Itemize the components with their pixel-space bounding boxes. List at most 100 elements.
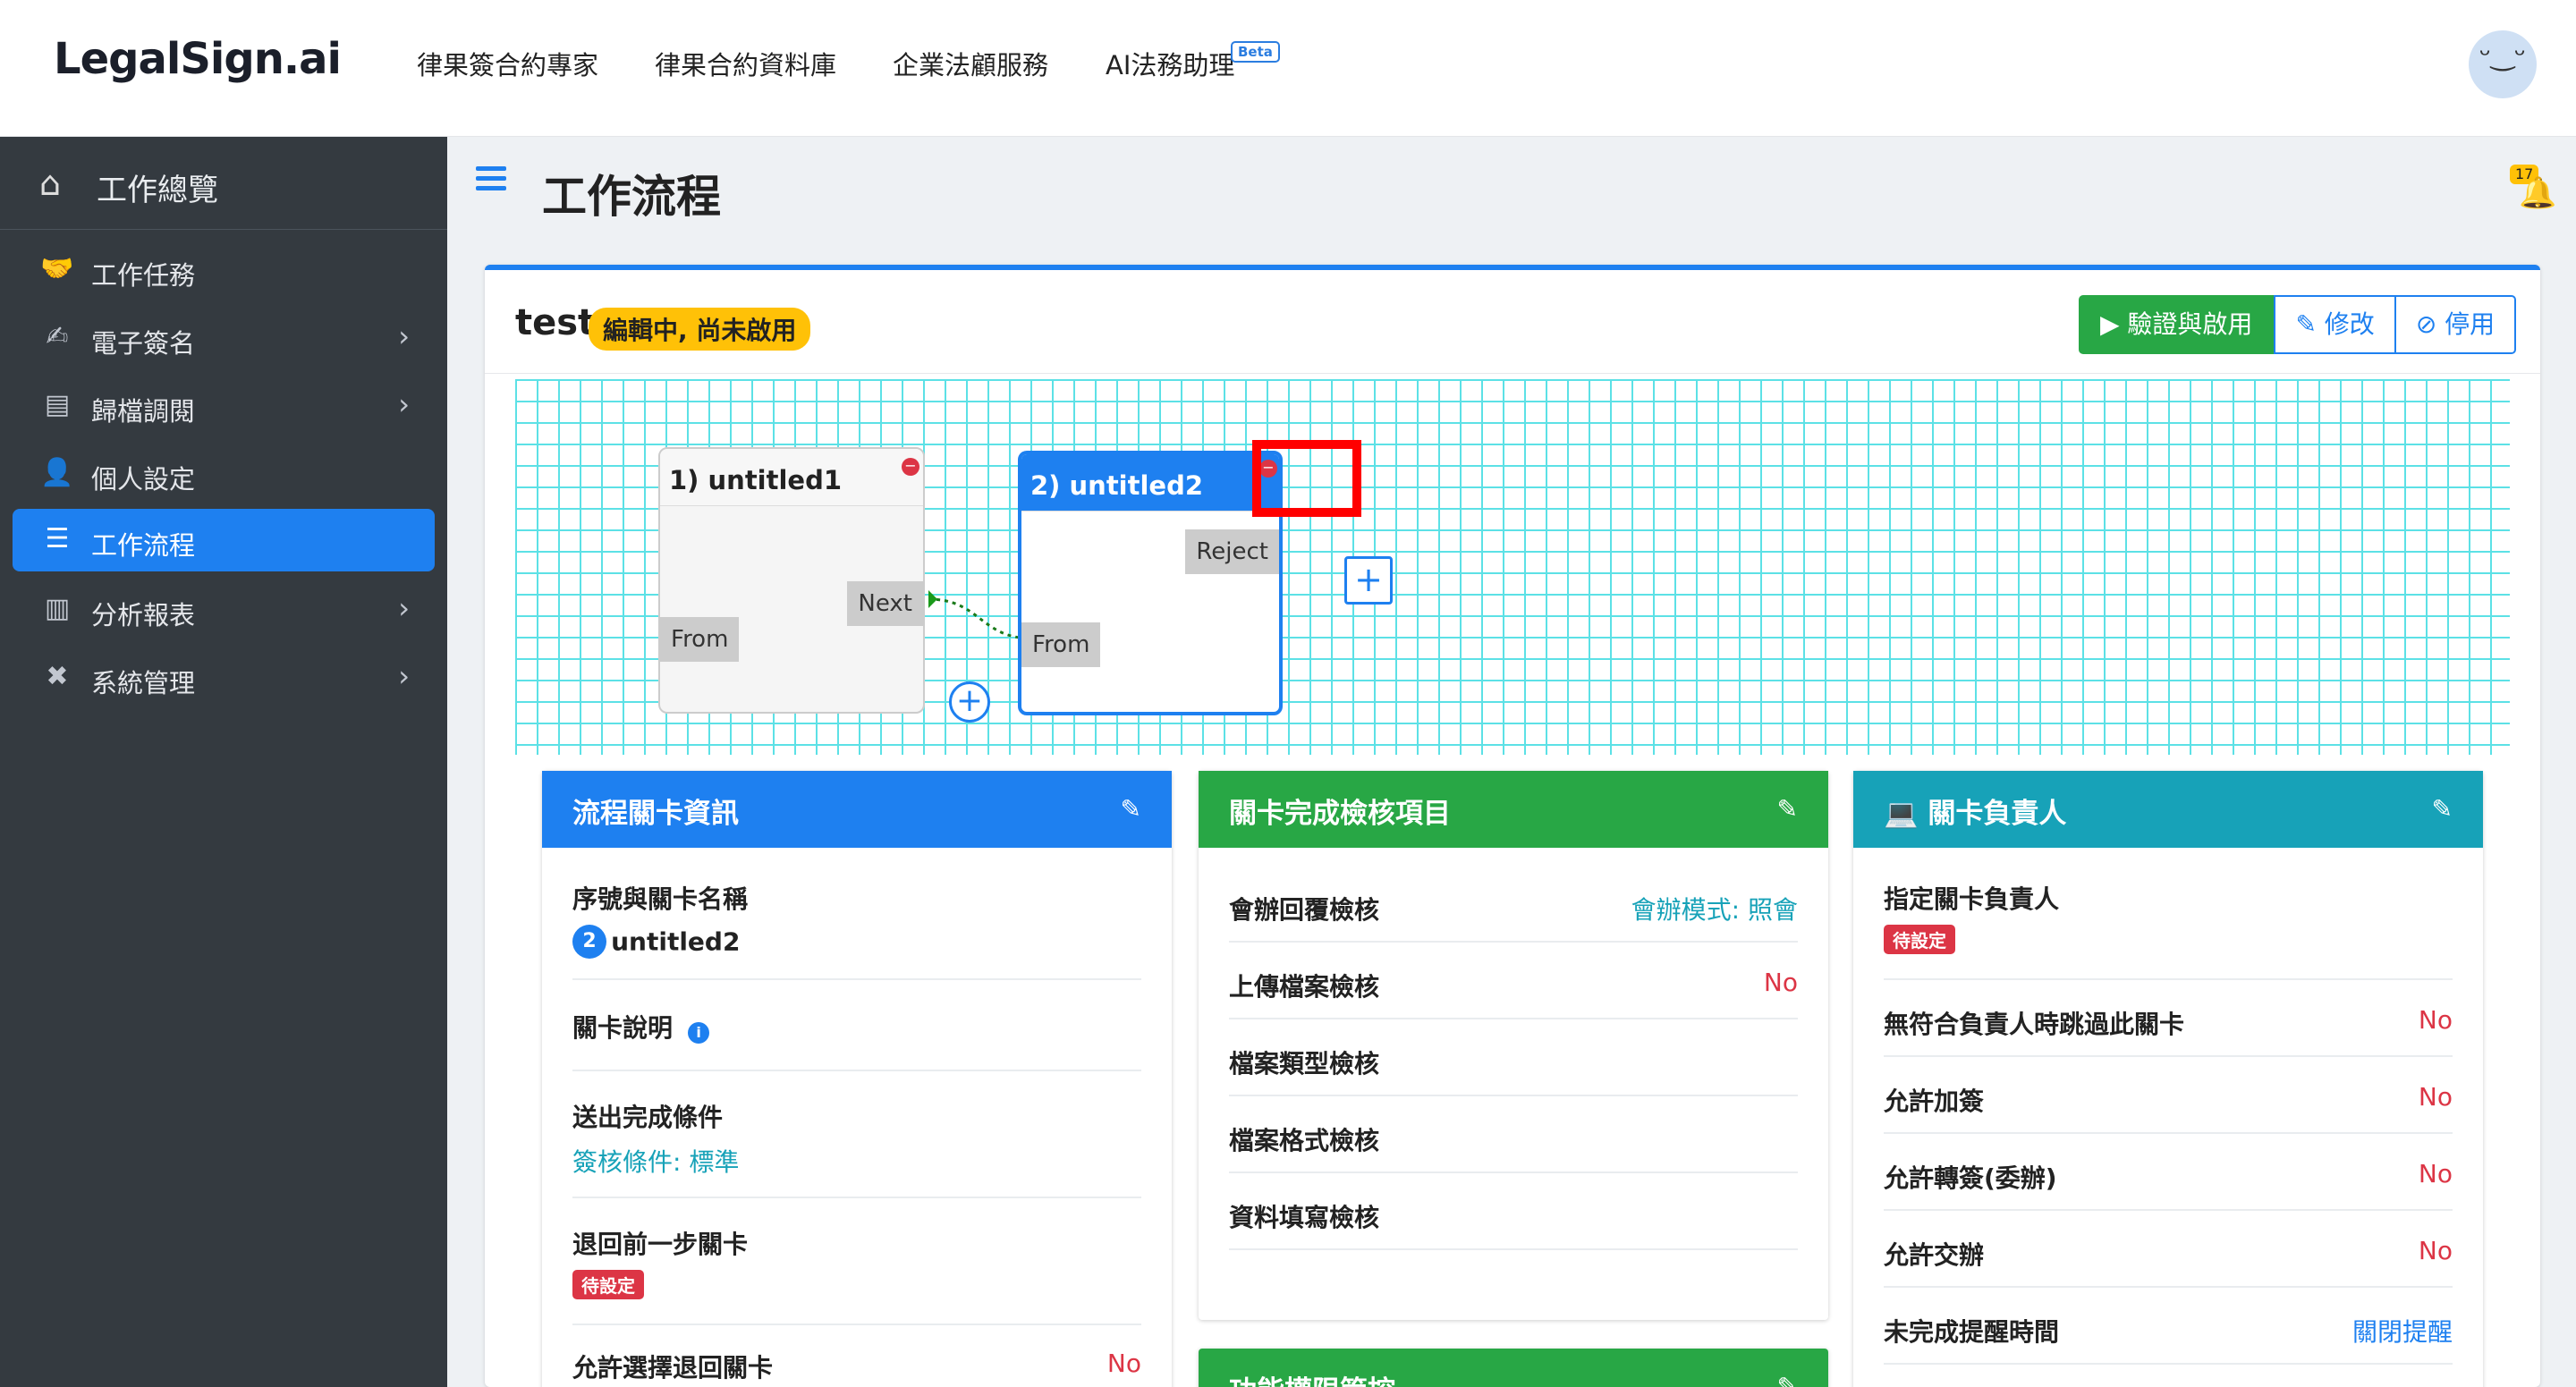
info-icon[interactable]: i bbox=[688, 1021, 710, 1044]
chevron-right-icon: › bbox=[398, 387, 410, 421]
submit-condition-value[interactable]: 簽核條件: 標準 bbox=[572, 1143, 1141, 1179]
permission-panel: 功能權限管控 ✎ bbox=[1199, 1349, 1828, 1387]
sidebar-item-label: 工作流程 bbox=[91, 530, 196, 561]
panel-title: 功能權限管控 bbox=[1229, 1375, 1395, 1387]
brand-logo[interactable]: LegalSign.ai bbox=[54, 34, 342, 84]
chart-icon: ▥ bbox=[44, 593, 71, 624]
disable-button[interactable]: ⊘ 停用 bbox=[2395, 295, 2517, 354]
field-label: 檔案類型檢核 bbox=[1229, 1049, 1380, 1078]
edit-icon[interactable]: ✎ bbox=[1777, 1372, 1798, 1387]
workflow-action-buttons: ▶ 驗證與啟用 ✎ 修改 ⊘ 停用 bbox=[2079, 295, 2517, 354]
panel-header: 流程關卡資訊 ✎ bbox=[542, 771, 1172, 848]
owner-option-row: 未完成提醒時間 關閉提醒 bbox=[1884, 1288, 2453, 1365]
workflow-card: test 編輯中, 尚未啟用 ▶ 驗證與啟用 ✎ 修改 ⊘ 停用 1) unti… bbox=[485, 265, 2540, 1387]
page-title: 工作流程 bbox=[542, 171, 721, 223]
nav-contract-database[interactable]: 律果合約資料庫 bbox=[655, 45, 836, 82]
list-icon: ☰ bbox=[45, 523, 70, 554]
panel-header: 功能權限管控 ✎ bbox=[1199, 1349, 1828, 1387]
field-label: 檔案格式檢核 bbox=[1229, 1126, 1380, 1155]
hamburger-menu-icon[interactable] bbox=[476, 166, 506, 191]
submit-condition-row: 送出完成條件 簽核條件: 標準 bbox=[572, 1071, 1141, 1198]
edit-button[interactable]: ✎ 修改 bbox=[2274, 295, 2396, 354]
top-navbar: LegalSign.ai 律果簽合約專家 律果合約資料庫 企業法顧服務 AI法務… bbox=[0, 0, 2576, 137]
chevron-right-icon: › bbox=[398, 319, 410, 353]
field-label: 未完成提醒時間 bbox=[1884, 1317, 2060, 1347]
field-value: No bbox=[1763, 968, 1798, 997]
field-label: 上傳檔案檢核 bbox=[1229, 972, 1380, 1002]
check-row: 上傳檔案檢核 No bbox=[1229, 943, 1798, 1019]
field-label: 送出完成條件 bbox=[572, 1103, 724, 1132]
panel-header: 💻 關卡負責人 ✎ bbox=[1853, 771, 2483, 848]
field-value: No bbox=[2418, 1005, 2453, 1035]
sidebar-item-archive[interactable]: ▤ 歸檔調閱 › bbox=[13, 375, 435, 437]
highlight-box bbox=[1252, 440, 1361, 517]
bell-icon[interactable]: 🔔 bbox=[2519, 175, 2556, 211]
node-reject-port[interactable]: Reject bbox=[1185, 529, 1279, 574]
sidebar-item-reports[interactable]: ▥ 分析報表 › bbox=[13, 579, 435, 641]
flow-node-2[interactable]: 2) untitled2 From Reject bbox=[1018, 451, 1283, 715]
laptop-icon: 💻 bbox=[1884, 798, 1919, 830]
user-cog-icon: 👤 bbox=[40, 457, 74, 488]
signature-icon: ✍ bbox=[46, 321, 69, 352]
node-input-port[interactable]: From bbox=[1021, 622, 1101, 667]
field-label: 會辦回覆檢核 bbox=[1229, 895, 1380, 925]
owner-option-row: 允許交辦 No bbox=[1884, 1211, 2453, 1288]
sidebar-header-label: 工作總覽 bbox=[97, 173, 218, 208]
chevron-right-icon: › bbox=[398, 659, 410, 693]
nav-contract-expert[interactable]: 律果簽合約專家 bbox=[417, 45, 598, 82]
workflow-name: test bbox=[515, 302, 596, 343]
check-row: 檔案類型檢核 bbox=[1229, 1019, 1798, 1096]
flow-connector bbox=[928, 540, 1267, 646]
validate-enable-button[interactable]: ▶ 驗證與啟用 bbox=[2079, 295, 2275, 354]
avatar[interactable]: ᵕ‿ᵕ bbox=[2469, 30, 2537, 98]
sidebar-item-tasks[interactable]: 🤝 工作任務 bbox=[13, 239, 435, 301]
stage-name-row: 序號與關卡名稱 2 untitled2 bbox=[572, 848, 1141, 980]
field-value: No bbox=[1106, 1349, 1141, 1378]
stage-info-panel: 流程關卡資訊 ✎ 序號與關卡名稱 2 untitled2 關卡說明 i 送出完成… bbox=[542, 771, 1172, 1387]
field-label: 無符合負責人時跳過此關卡 bbox=[1884, 1010, 2185, 1039]
nav-legal-advisor[interactable]: 企業法顧服務 bbox=[893, 45, 1048, 82]
field-value[interactable]: 會辦模式: 照會 bbox=[1631, 891, 1798, 926]
field-label: 允許轉簽(委辦) bbox=[1884, 1163, 2057, 1193]
stage-name: untitled2 bbox=[611, 926, 741, 957]
owner-option-row: 允許轉簽(委辦) No bbox=[1884, 1134, 2453, 1211]
status-badge: 編輯中, 尚未啟用 bbox=[589, 308, 811, 351]
field-value: No bbox=[2418, 1082, 2453, 1112]
sidebar-item-settings[interactable]: 👤 個人設定 bbox=[13, 443, 435, 505]
sidebar-header[interactable]: ⌂ 工作總覽 bbox=[0, 137, 447, 230]
node-title: 2) untitled2 bbox=[1021, 454, 1279, 512]
field-label: 允許加簽 bbox=[1884, 1087, 1985, 1116]
add-branch-button[interactable]: + bbox=[1344, 556, 1393, 605]
stage-desc-row: 關卡說明 i bbox=[572, 980, 1141, 1071]
field-value: No bbox=[2418, 1159, 2453, 1188]
avatar-face-icon: ᵕ‿ᵕ bbox=[2479, 38, 2527, 72]
add-step-button[interactable]: + bbox=[949, 681, 990, 723]
sidebar-item-workflow[interactable]: ☰ 工作流程 bbox=[13, 509, 435, 571]
panel-title: 關卡負責人 bbox=[1928, 798, 2067, 830]
check-row: 會辦回覆檢核 會辦模式: 照會 bbox=[1229, 866, 1798, 943]
nav-ai-assistant[interactable]: AI法務助理 bbox=[1106, 45, 1234, 82]
archive-icon: ▤ bbox=[44, 389, 71, 420]
check-row: 檔案格式檢核 bbox=[1229, 1096, 1798, 1173]
field-label: 允許選擇退回關卡 bbox=[572, 1353, 774, 1383]
edit-icon[interactable]: ✎ bbox=[1777, 794, 1798, 824]
field-label: 允許交辦 bbox=[1884, 1240, 1985, 1270]
sidebar: ⌂ 工作總覽 🤝 工作任務 ✍ 電子簽名 › ▤ 歸檔調閱 › 👤 個人設定 ☰… bbox=[0, 137, 447, 1387]
sidebar-item-label: 歸檔調閱 bbox=[91, 396, 196, 427]
sidebar-item-label: 分析報表 bbox=[91, 600, 196, 630]
panel-header: 關卡完成檢核項目 ✎ bbox=[1199, 771, 1828, 848]
assign-owner-row: 指定關卡負責人 待設定 bbox=[1884, 848, 2453, 980]
pending-badge: 待設定 bbox=[1884, 925, 1955, 954]
flow-canvas[interactable]: 1) untitled1 From Next − 2) untitled2 Fr… bbox=[515, 379, 2510, 755]
edit-icon[interactable]: ✎ bbox=[2432, 794, 2453, 824]
stage-number-badge: 2 bbox=[572, 925, 606, 959]
sidebar-item-admin[interactable]: ✖ 系統管理 › bbox=[13, 647, 435, 709]
pending-badge: 待設定 bbox=[572, 1270, 644, 1299]
handshake-icon: 🤝 bbox=[40, 253, 74, 284]
field-value[interactable]: 關閉提醒 bbox=[2352, 1313, 2453, 1349]
edit-icon[interactable]: ✎ bbox=[1121, 794, 1141, 824]
sidebar-item-esign[interactable]: ✍ 電子簽名 › bbox=[13, 307, 435, 369]
chevron-right-icon: › bbox=[398, 591, 410, 625]
beta-badge: Beta bbox=[1231, 41, 1280, 63]
field-label: 序號與關卡名稱 bbox=[572, 884, 749, 914]
